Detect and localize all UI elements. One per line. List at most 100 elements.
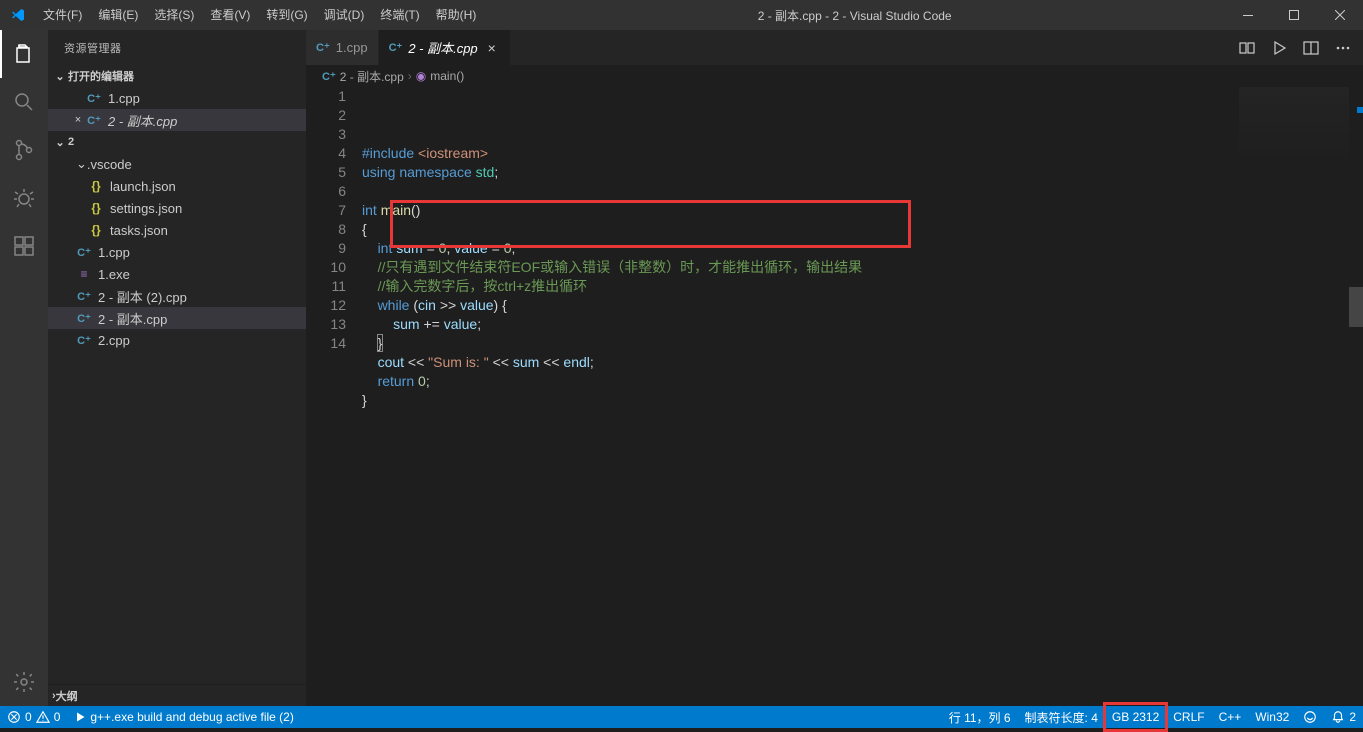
- chevron-down-icon: ⌄: [52, 70, 68, 83]
- status-platform[interactable]: Win32: [1248, 706, 1296, 728]
- code-editor[interactable]: 1234567891011121314 #include <iostream>u…: [306, 87, 1363, 706]
- cpp-file-icon: C⁺: [316, 41, 330, 54]
- menu-view[interactable]: 查看(V): [202, 0, 258, 30]
- status-language[interactable]: C++: [1212, 706, 1249, 728]
- open-editor-item[interactable]: × C⁺ 2 - 副本.cpp: [48, 109, 306, 131]
- outline-header[interactable]: › 大纲: [48, 684, 306, 706]
- activity-bar: [0, 30, 48, 706]
- warning-count: 0: [54, 710, 61, 724]
- status-eol[interactable]: CRLF: [1166, 706, 1211, 728]
- status-build-task[interactable]: g++.exe build and debug active file (2): [67, 706, 300, 728]
- menu-debug[interactable]: 调试(D): [316, 0, 373, 30]
- vertical-scrollbar[interactable]: [1349, 87, 1363, 706]
- file-label: 1.cpp: [98, 245, 130, 260]
- menu-terminal[interactable]: 终端(T): [372, 0, 427, 30]
- file-label: 2 - 副本 (2).cpp: [98, 287, 187, 306]
- window-controls: [1225, 0, 1363, 30]
- tab-label: 1.cpp: [336, 40, 368, 55]
- sidebar-title: 资源管理器: [48, 30, 306, 65]
- menu-help[interactable]: 帮助(H): [428, 0, 485, 30]
- workspace-header[interactable]: ⌄ 2: [48, 131, 306, 153]
- folder-item[interactable]: ⌄ .vscode: [48, 153, 306, 175]
- editor-actions: [1227, 30, 1363, 65]
- error-count: 0: [25, 710, 32, 724]
- chevron-down-icon: ⌄: [52, 136, 68, 149]
- exe-file-icon: ≡: [76, 267, 92, 281]
- file-item[interactable]: {} launch.json: [48, 175, 306, 197]
- open-editor-item[interactable]: C⁺ 1.cpp: [48, 87, 306, 109]
- activity-scm[interactable]: [0, 126, 48, 174]
- close-button[interactable]: [1317, 0, 1363, 30]
- json-file-icon: {}: [88, 223, 104, 237]
- notification-count: 2: [1349, 710, 1356, 724]
- window-title: 2 - 副本.cpp - 2 - Visual Studio Code: [484, 7, 1225, 24]
- open-editor-label: 1.cpp: [108, 91, 140, 106]
- maximize-button[interactable]: [1271, 0, 1317, 30]
- status-problems[interactable]: 0 0: [0, 706, 67, 728]
- close-icon[interactable]: ×: [484, 40, 500, 56]
- more-icon[interactable]: [1335, 40, 1351, 56]
- activity-settings[interactable]: [0, 658, 48, 706]
- chevron-right-icon: ›: [408, 69, 412, 83]
- code-content[interactable]: #include <iostream>using namespace std;i…: [362, 87, 1363, 706]
- cpp-file-icon: C⁺: [389, 41, 403, 54]
- minimap[interactable]: [1239, 87, 1349, 167]
- file-item[interactable]: C⁺ 2.cpp: [48, 329, 306, 351]
- workbench: 资源管理器 ⌄ 打开的编辑器 C⁺ 1.cpp × C⁺ 2 - 副本.cpp …: [0, 30, 1363, 706]
- overview-mark: [1349, 287, 1363, 327]
- menu-file[interactable]: 文件(F): [35, 0, 90, 30]
- cpp-file-icon: C⁺: [76, 246, 92, 259]
- open-editors-header[interactable]: ⌄ 打开的编辑器: [48, 65, 306, 87]
- activity-explorer[interactable]: [0, 30, 48, 78]
- file-label: settings.json: [110, 201, 182, 216]
- chevron-down-icon: ⌄: [76, 156, 87, 172]
- breadcrumb-symbol[interactable]: main(): [430, 69, 464, 83]
- file-label: 2 - 副本.cpp: [98, 309, 167, 328]
- folder-label: .vscode: [87, 157, 132, 172]
- menu-selection[interactable]: 选择(S): [146, 0, 202, 30]
- breadcrumbs[interactable]: C⁺ 2 - 副本.cpp › ◉ main(): [306, 65, 1363, 87]
- file-item[interactable]: C⁺ 2 - 副本 (2).cpp: [48, 285, 306, 307]
- menu-bar: 文件(F) 编辑(E) 选择(S) 查看(V) 转到(G) 调试(D) 终端(T…: [35, 0, 484, 30]
- activity-extensions[interactable]: [0, 222, 48, 270]
- vscode-logo-icon: [0, 7, 35, 23]
- file-label: 2.cpp: [98, 333, 130, 348]
- tab-label: 2 - 副本.cpp: [408, 38, 477, 57]
- file-label: tasks.json: [110, 223, 168, 238]
- close-icon[interactable]: ×: [70, 114, 86, 126]
- build-task-label: g++.exe build and debug active file (2): [90, 710, 293, 724]
- compare-icon[interactable]: [1239, 40, 1255, 56]
- cpp-file-icon: C⁺: [322, 70, 336, 83]
- split-editor-icon[interactable]: [1303, 40, 1319, 56]
- cpp-file-icon: C⁺: [76, 312, 92, 325]
- editor-tabs: C⁺ 1.cpp C⁺ 2 - 副本.cpp ×: [306, 30, 1363, 65]
- status-tabsize[interactable]: 制表符长度: 4: [1018, 706, 1105, 728]
- editor-tab[interactable]: C⁺ 2 - 副本.cpp ×: [379, 30, 511, 65]
- activity-debug[interactable]: [0, 174, 48, 222]
- file-item[interactable]: C⁺ 1.cpp: [48, 241, 306, 263]
- status-encoding[interactable]: GB 2312: [1105, 706, 1166, 728]
- cpp-file-icon: C⁺: [86, 92, 102, 105]
- breadcrumb-file[interactable]: 2 - 副本.cpp: [340, 68, 404, 85]
- cpp-file-icon: C⁺: [76, 334, 92, 347]
- cpp-file-icon: C⁺: [86, 114, 102, 127]
- status-notifications[interactable]: 2: [1324, 706, 1363, 728]
- file-item[interactable]: ≡ 1.exe: [48, 263, 306, 285]
- activity-search[interactable]: [0, 78, 48, 126]
- outline-label: 大纲: [56, 688, 78, 704]
- menu-edit[interactable]: 编辑(E): [90, 0, 146, 30]
- file-item[interactable]: {} tasks.json: [48, 219, 306, 241]
- editor-tab[interactable]: C⁺ 1.cpp: [306, 30, 379, 65]
- run-icon[interactable]: [1271, 40, 1287, 56]
- file-item[interactable]: {} settings.json: [48, 197, 306, 219]
- file-item[interactable]: C⁺ 2 - 副本.cpp: [48, 307, 306, 329]
- minimize-button[interactable]: [1225, 0, 1271, 30]
- status-cursor[interactable]: 行 11，列 6: [942, 706, 1018, 728]
- json-file-icon: {}: [88, 179, 104, 193]
- explorer-sidebar: 资源管理器 ⌄ 打开的编辑器 C⁺ 1.cpp × C⁺ 2 - 副本.cpp …: [48, 30, 306, 706]
- cpp-file-icon: C⁺: [76, 290, 92, 303]
- file-label: launch.json: [110, 179, 176, 194]
- status-feedback[interactable]: [1296, 706, 1324, 728]
- menu-go[interactable]: 转到(G): [258, 0, 315, 30]
- status-bar: 0 0 g++.exe build and debug active file …: [0, 706, 1363, 728]
